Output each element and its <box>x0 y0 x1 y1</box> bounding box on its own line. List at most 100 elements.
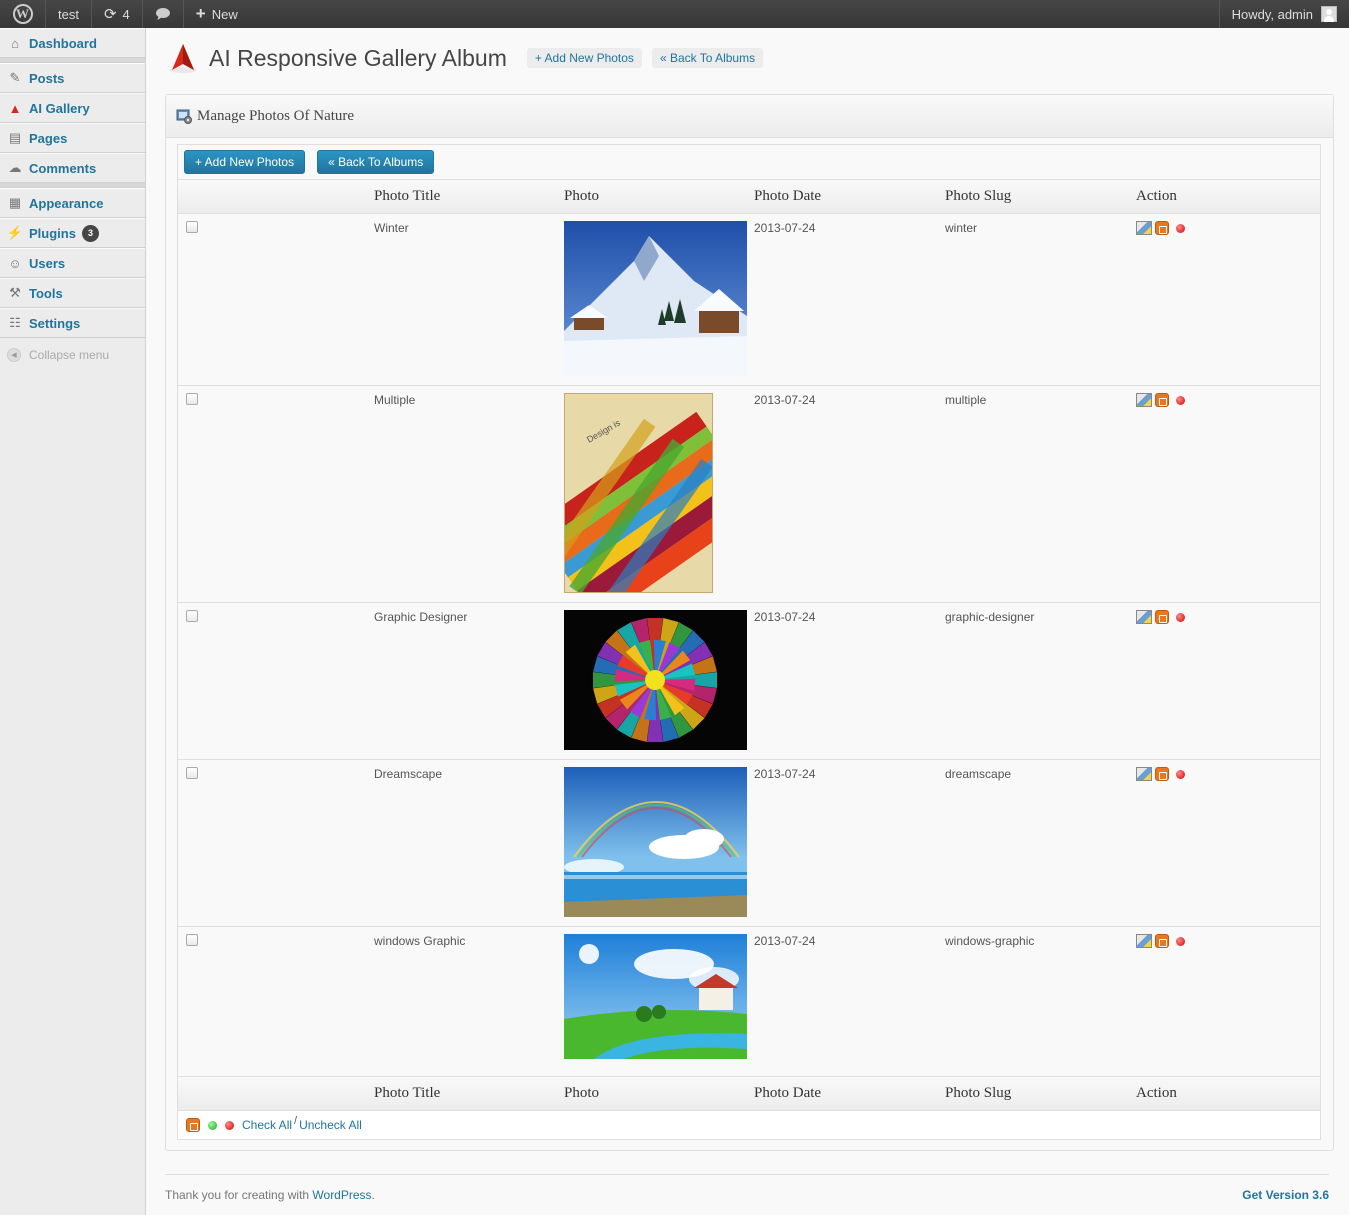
bulk-delete-icon[interactable] <box>186 1118 200 1132</box>
photo-slug: dreamscape <box>945 767 1012 781</box>
uncheck-all-link[interactable]: Uncheck All <box>299 1118 362 1132</box>
get-version-link[interactable]: Get Version 3.6 <box>1242 1188 1329 1202</box>
delete-photo-icon[interactable] <box>1155 767 1169 781</box>
footer-photo-slug: Photo Slug <box>945 1076 1136 1111</box>
ai-gallery-logo-icon <box>169 44 197 73</box>
unpublish-status-icon[interactable] <box>1176 395 1185 405</box>
photos-settings-icon <box>176 109 192 124</box>
sidebar-item-ai-gallery[interactable]: ▲ AI Gallery <box>0 93 145 123</box>
header-back-to-albums-button[interactable]: « Back To Albums <box>651 48 764 68</box>
new-content-link[interactable]: + New <box>184 0 250 28</box>
sidebar-item-appearance[interactable]: ▦ Appearance <box>0 188 145 218</box>
photo-date: 2013-07-24 <box>754 393 816 407</box>
photos-table: Photo Title Photo Photo Date Photo Slug … <box>178 179 1320 1111</box>
table-header-row: Photo Title Photo Photo Date Photo Slug … <box>178 179 1320 214</box>
delete-photo-icon[interactable] <box>1155 393 1169 407</box>
sidebar-item-label: AI Gallery <box>29 100 90 116</box>
edit-photo-icon[interactable] <box>1136 610 1152 624</box>
footer-photo: Photo <box>564 1076 754 1111</box>
comments-icon: ☁ <box>8 160 22 175</box>
photo-thumbnail[interactable] <box>564 610 754 753</box>
collapse-arrow-icon: ◀ <box>7 348 21 362</box>
sidebar-item-users[interactable]: ☺ Users <box>0 248 145 278</box>
photo-date: 2013-07-24 <box>754 767 816 781</box>
page-footer: Thank you for creating with WordPress. G… <box>165 1174 1329 1202</box>
row-checkbox[interactable] <box>186 393 198 405</box>
manage-photos-box: Manage Photos Of Nature + Add New Photos… <box>165 94 1334 1151</box>
photo-slug: windows-graphic <box>945 934 1035 948</box>
photo-thumbnail[interactable] <box>564 767 754 920</box>
sidebar-item-pages[interactable]: ▤ Pages <box>0 123 145 153</box>
bulk-publish-icon[interactable] <box>208 1120 217 1130</box>
my-account-menu[interactable]: Howdy, admin <box>1218 0 1349 28</box>
header-photo-date: Photo Date <box>754 179 945 214</box>
pin-icon: ✎ <box>9 70 21 85</box>
sidebar-item-label: Users <box>29 255 66 271</box>
wordpress-icon: W <box>12 4 33 24</box>
comments-link[interactable] <box>143 0 184 28</box>
row-checkbox-cell <box>178 603 374 760</box>
unpublish-status-icon[interactable] <box>1176 612 1185 622</box>
row-checkbox[interactable] <box>186 610 198 622</box>
site-name-link[interactable]: test <box>46 0 92 28</box>
action-cell <box>1136 214 1320 386</box>
wordpress-link[interactable]: WordPress <box>312 1188 371 1202</box>
row-checkbox[interactable] <box>186 934 198 946</box>
edit-photo-icon[interactable] <box>1136 934 1152 948</box>
photo-thumbnail[interactable]: Design is <box>532 392 763 622</box>
action-cell <box>1136 760 1320 927</box>
footer-action: Action <box>1136 1076 1320 1111</box>
unpublish-status-icon[interactable] <box>1176 223 1185 233</box>
unpublish-status-icon[interactable] <box>1176 936 1185 946</box>
wordpress-logo-menu[interactable]: W <box>0 0 46 28</box>
row-checkbox[interactable] <box>186 221 198 233</box>
row-checkbox[interactable] <box>186 767 198 779</box>
photo-thumbnail[interactable] <box>564 934 754 1062</box>
edit-photo-icon[interactable] <box>1136 767 1152 781</box>
row-checkbox-cell <box>178 386 374 603</box>
back-to-albums-button[interactable]: « Back To Albums <box>317 150 435 174</box>
action-cell <box>1136 386 1320 603</box>
edit-photo-icon[interactable] <box>1136 393 1152 407</box>
photo-title: Multiple <box>374 393 416 407</box>
photo-cell <box>564 760 754 927</box>
check-all-link[interactable]: Check All <box>242 1118 292 1132</box>
sidebar-item-label: Plugins <box>29 225 76 241</box>
box-title: Manage Photos Of Nature <box>197 107 355 124</box>
photo-thumbnail[interactable] <box>564 221 754 379</box>
sidebar-item-plugins[interactable]: ⚡ Plugins 3 <box>0 218 145 248</box>
delete-photo-icon[interactable] <box>1155 610 1169 624</box>
photo-title: windows Graphic <box>374 934 466 948</box>
ai-gallery-icon: ▲ <box>8 100 22 116</box>
sidebar-item-comments[interactable]: ☁ Comments <box>0 153 145 183</box>
table-row: Dreamscape 2013-07-24 dreamscape <box>178 759 1320 927</box>
photo-slug: multiple <box>945 393 987 407</box>
sidebar-item-label: Appearance <box>29 195 104 211</box>
bulk-unpublish-icon[interactable] <box>225 1120 234 1130</box>
sidebar-item-settings[interactable]: ☷ Settings <box>0 308 145 338</box>
table-row: Winter 2013-07-24 winter <box>178 213 1320 386</box>
edit-photo-icon[interactable] <box>1136 221 1152 235</box>
table-footer-row: Photo Title Photo Photo Date Photo Slug … <box>178 1076 1320 1111</box>
row-checkbox-cell <box>178 214 374 386</box>
sidebar-item-tools[interactable]: ⚒ Tools <box>0 278 145 308</box>
pages-icon: ▤ <box>8 130 22 145</box>
photo-cell <box>564 927 754 1077</box>
delete-photo-icon[interactable] <box>1155 934 1169 948</box>
unpublish-status-icon[interactable] <box>1176 769 1185 779</box>
collapse-label: Collapse menu <box>29 348 110 362</box>
sidebar-item-posts[interactable]: ✎ Posts <box>0 63 145 93</box>
photo-date: 2013-07-24 <box>754 221 816 235</box>
plus-icon: + <box>195 4 206 23</box>
updates-link[interactable]: ⟳ 4 <box>92 0 143 28</box>
delete-photo-icon[interactable] <box>1155 221 1169 235</box>
header-add-new-photos-button[interactable]: + Add New Photos <box>526 48 642 68</box>
add-new-photos-button[interactable]: + Add New Photos <box>184 150 306 174</box>
photo-cell <box>564 214 754 386</box>
plugins-icon: ⚡ <box>6 225 24 240</box>
photo-slug: graphic-designer <box>945 610 1035 624</box>
footer-photo-date: Photo Date <box>754 1076 945 1111</box>
users-icon: ☺ <box>8 255 22 271</box>
sidebar-item-dashboard[interactable]: ⌂ Dashboard <box>0 28 145 58</box>
collapse-menu-button[interactable]: ◀ Collapse menu <box>0 338 145 372</box>
